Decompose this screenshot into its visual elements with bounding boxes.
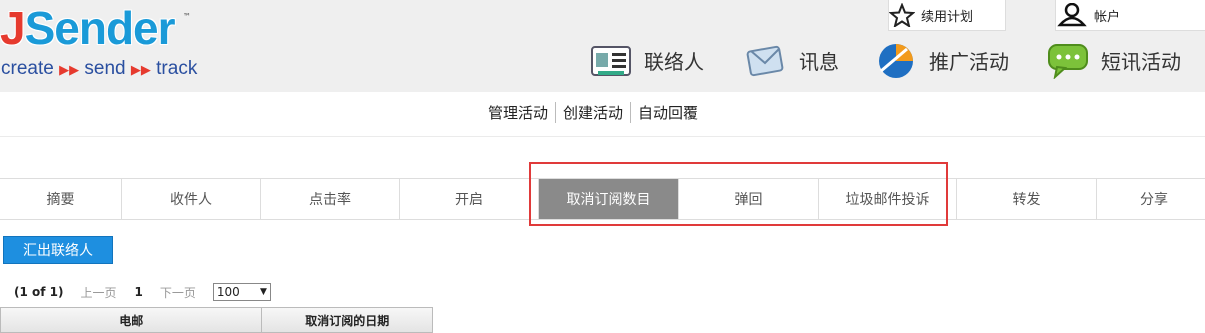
tagline-create: create: [1, 58, 54, 79]
tagline-arrow-icon: ▶▶: [59, 62, 80, 77]
pagination: (1 of 1) 上一页 1 下一页 100 ▼: [14, 283, 271, 301]
nav-sms-label: 短讯活动: [1101, 49, 1181, 74]
account-label: 帐户: [1094, 9, 1121, 25]
tagline-track: track: [156, 58, 198, 79]
highlight-annotation-box: [529, 162, 948, 226]
nav-campaigns-label: 推广活动: [929, 49, 1009, 74]
subnav-create-campaign[interactable]: 创建活动: [556, 102, 632, 123]
tab-summary[interactable]: 摘要: [0, 179, 122, 219]
table-header: 电邮 取消订阅的日期: [0, 307, 433, 333]
pager-current-page: 1: [134, 285, 143, 299]
pager-info: (1 of 1): [14, 285, 64, 299]
campaign-icon: [879, 44, 913, 78]
export-contacts-button[interactable]: 汇出联络人: [3, 236, 113, 264]
subnav-manage-campaigns[interactable]: 管理活动: [481, 102, 557, 123]
tagline-arrow-icon: ▶▶: [130, 62, 151, 77]
tagline-send: send: [84, 58, 126, 79]
per-page-value: 100: [216, 285, 240, 299]
column-email[interactable]: 电邮: [1, 308, 263, 332]
renew-plan-label: 续用计划: [921, 9, 974, 25]
logo-trademark: ™: [183, 12, 191, 21]
tab-opens[interactable]: 开启: [400, 179, 539, 219]
logo-wordmark: JSender: [0, 2, 176, 54]
logo-tagline: create ▶▶ send ▶▶ track: [1, 58, 197, 80]
star-icon: [889, 3, 915, 27]
column-unsubscribe-date[interactable]: 取消订阅的日期: [262, 308, 432, 332]
tab-forwards[interactable]: 转发: [957, 179, 1097, 219]
contact-card-icon: [591, 46, 631, 76]
nav-contacts-label: 联络人: [644, 49, 704, 74]
header: JSender ™ create ▶▶ send ▶▶ track 续用计划 帐…: [0, 0, 1205, 93]
pager-next-link[interactable]: 下一页: [160, 284, 196, 301]
nav-messages[interactable]: 讯息: [745, 40, 839, 80]
jsender-logo[interactable]: JSender ™ create ▶▶ send ▶▶ track: [0, 2, 197, 79]
account-link[interactable]: 帐户: [1055, 0, 1205, 31]
subnav-autoresponder[interactable]: 自动回覆: [631, 102, 705, 123]
sms-bubble-icon: [1048, 44, 1088, 79]
user-icon: [1057, 3, 1087, 27]
tab-click-rate[interactable]: 点击率: [261, 179, 400, 219]
nav-contacts[interactable]: 联络人: [590, 40, 704, 80]
nav-campaigns[interactable]: 推广活动: [875, 40, 1009, 80]
per-page-select[interactable]: 100 ▼: [212, 283, 271, 301]
envelope-icon: [746, 45, 784, 77]
nav-sms[interactable]: 短讯活动: [1047, 40, 1181, 80]
tab-shares[interactable]: 分享: [1097, 179, 1205, 219]
tab-recipients[interactable]: 收件人: [122, 179, 261, 219]
pager-prev-link[interactable]: 上一页: [81, 284, 117, 301]
renew-plan-link[interactable]: 续用计划: [888, 0, 1006, 31]
nav-messages-label: 讯息: [799, 49, 839, 74]
subnav: 管理活动 创建活动 自动回覆: [481, 102, 705, 123]
dropdown-arrow-icon: ▼: [259, 287, 267, 297]
logo-wordmark-rest: Sender: [24, 2, 176, 54]
